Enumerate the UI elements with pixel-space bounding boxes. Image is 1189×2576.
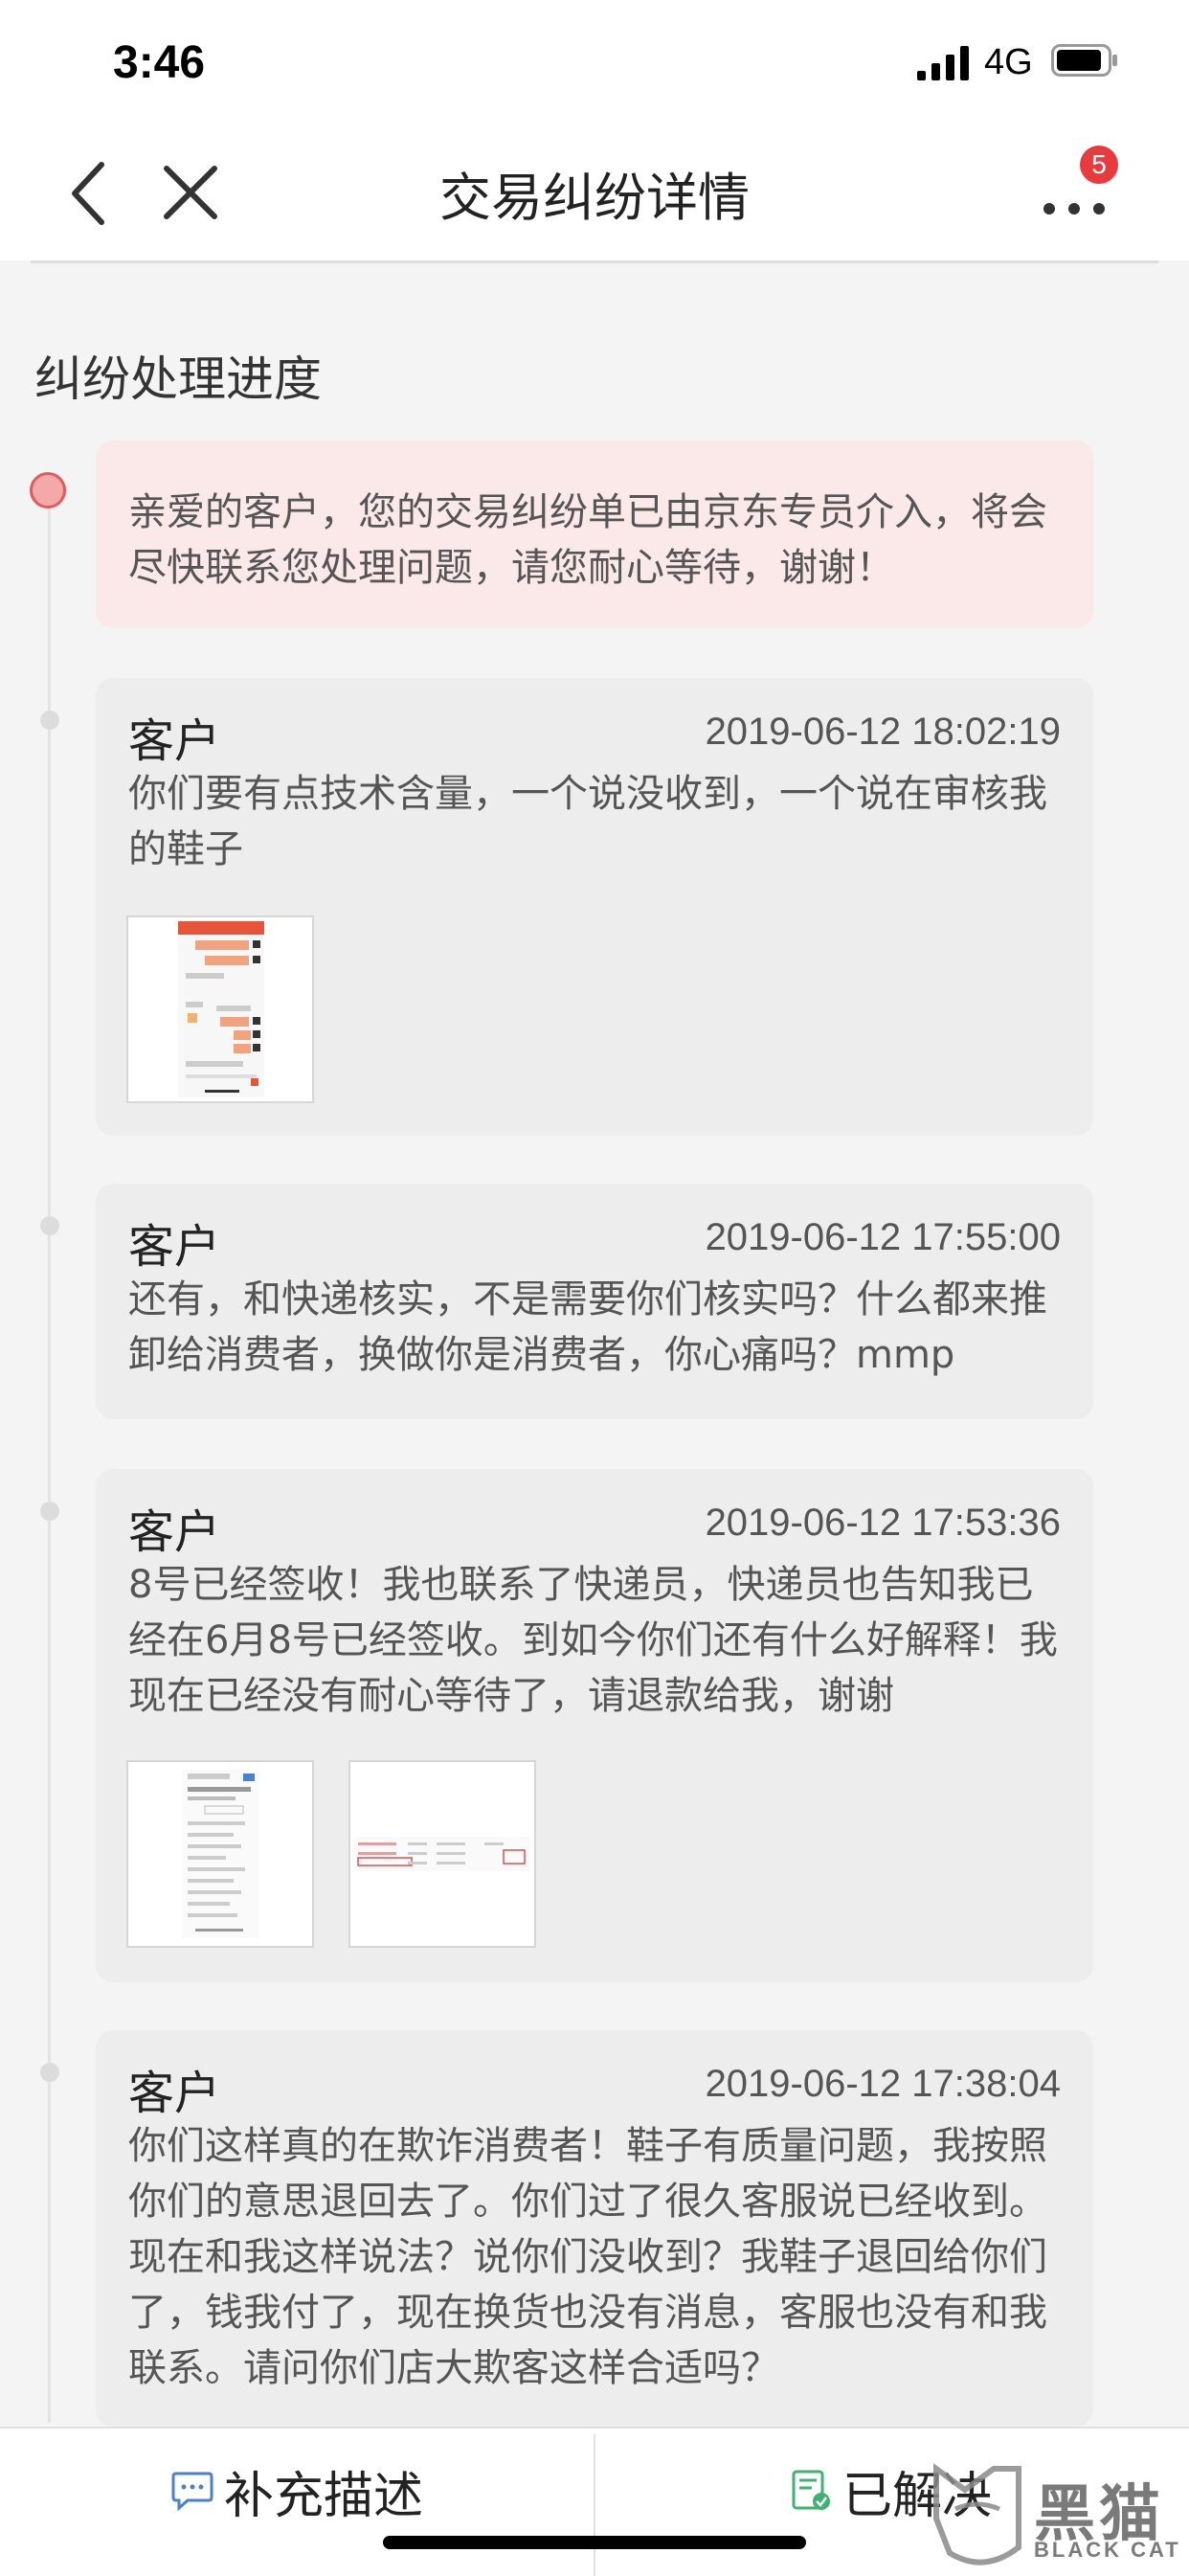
home-indicator <box>383 2536 806 2549</box>
network-type: 4G <box>984 42 1033 82</box>
nav-divider <box>31 260 1158 263</box>
message-card: 客户 2019-06-12 18:02:19 你们要有点技术含量，一个说没收到，… <box>96 678 1093 1136</box>
message-card: 客户 2019-06-12 17:55:00 还有，和快递核实，不是需要你们核实… <box>96 1184 1093 1419</box>
supplement-description-label: 补充描述 <box>224 2467 424 2525</box>
document-screenshot-thumbnail <box>182 1770 258 1938</box>
image-thumbnail[interactable] <box>126 1760 314 1948</box>
timeline-dot <box>40 1216 59 1235</box>
supplement-description-button[interactable]: 补充描述 <box>170 2457 424 2525</box>
message-author: 客户 <box>128 1505 221 1559</box>
timeline-dot <box>40 2063 59 2082</box>
chat-bubble-icon <box>171 2472 213 2512</box>
notice-card: 亲爱的客户，您的交易纠纷单已由京东专员介入，将会尽快联系您处理问题，请您耐心等待… <box>96 441 1093 628</box>
message-text: 你们要有点技术含量，一个说没收到，一个说在审核我的鞋子 <box>128 772 1047 871</box>
chat-screenshot-thumbnail <box>178 921 264 1097</box>
bottom-bar-divider <box>594 2434 595 2576</box>
message-card: 客户 2019-06-12 17:53:36 8号已经签收！我也联系了快递员，快… <box>96 1469 1093 1982</box>
section-title: 纠纷处理进度 <box>34 351 322 407</box>
watermark-subtext: BLACK CAT <box>1034 2538 1181 2562</box>
message-timestamp: 2019-06-12 17:53:36 <box>705 1502 1061 1544</box>
status-bar: 3:46 4G <box>0 0 1189 124</box>
resolved-check-icon <box>792 2470 830 2510</box>
notification-badge: 5 <box>1080 146 1118 184</box>
logistics-screenshot-thumbnail <box>354 1837 530 1871</box>
message-text: 8号已经签收！我也联系了快递员，快递员也告知我已经在6月8号已经签收。到如今你们… <box>128 1563 1058 1718</box>
page-title: 交易纠纷详情 <box>439 168 750 228</box>
message-author: 客户 <box>128 2067 221 2120</box>
message-author: 客户 <box>128 1220 221 1274</box>
signal-icon <box>917 46 969 80</box>
message-timestamp: 2019-06-12 17:55:00 <box>705 1216 1061 1258</box>
message-author: 客户 <box>128 714 221 768</box>
image-thumbnail[interactable] <box>348 1760 536 1948</box>
image-thumbnail[interactable] <box>126 915 314 1103</box>
message-text: 还有，和快递核实，不是需要你们核实吗？什么都来推卸给消费者，换做你是消费者，你心… <box>128 1277 1047 1377</box>
timeline-dot <box>40 711 59 730</box>
message-timestamp: 2019-06-12 18:02:19 <box>705 711 1061 753</box>
notice-text: 亲爱的客户，您的交易纠纷单已由京东专员介入，将会尽快联系您处理问题，请您耐心等待… <box>128 490 1047 590</box>
message-timestamp: 2019-06-12 17:38:04 <box>705 2063 1061 2105</box>
navigation-bar: 交易纠纷详情 5 <box>0 124 1189 260</box>
timeline-line <box>48 479 51 2423</box>
message-card: 客户 2019-06-12 17:38:04 你们这样真的在欺诈消费者！鞋子有质… <box>96 2030 1093 2427</box>
battery-icon <box>1051 44 1117 77</box>
timeline-dot-active <box>30 472 66 508</box>
status-time: 3:46 <box>113 37 206 88</box>
timeline-dot <box>40 1502 59 1521</box>
message-text: 你们这样真的在欺诈消费者！鞋子有质量问题，我按照你们的意思退回去了。你们过了很久… <box>128 2124 1047 2390</box>
